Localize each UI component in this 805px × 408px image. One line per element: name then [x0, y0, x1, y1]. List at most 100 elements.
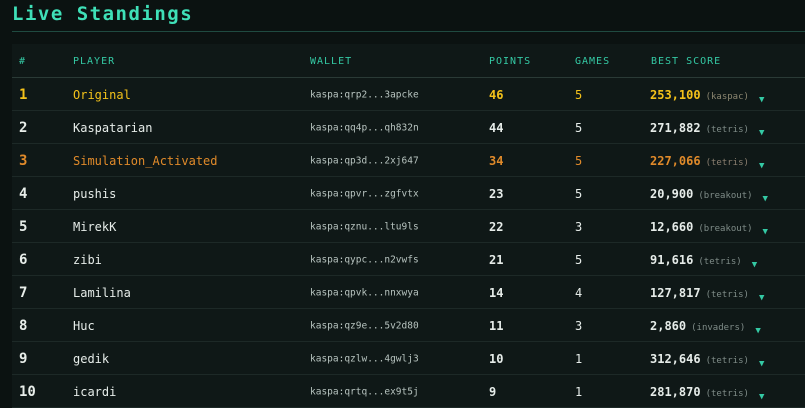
- best-score-cell: 91,616 (tetris) ▼: [650, 252, 757, 270]
- best-score-game: (tetris): [705, 355, 749, 366]
- games-cell: 5: [575, 153, 583, 168]
- table-row[interactable]: 3 Simulation_Activated kaspa:qp3d...2xj647…: [12, 144, 805, 177]
- table-row[interactable]: 1 Original kaspa:qrp2...3apcke 46 5 253,100 (k…: [12, 78, 805, 111]
- player-name: Simulation_Activated: [73, 153, 218, 168]
- chevron-down-icon[interactable]: ▼: [752, 260, 757, 270]
- chevron-down-icon[interactable]: ▼: [759, 128, 764, 138]
- chevron-down-icon[interactable]: ▼: [759, 161, 764, 171]
- best-score-game: (tetris): [698, 256, 742, 267]
- points-cell: 46: [489, 87, 504, 102]
- player-name: Original: [73, 87, 131, 102]
- standings-table: # PLAYER WALLET POINTS GAMES BEST SCORE …: [12, 44, 805, 408]
- games-cell: 1: [575, 384, 583, 399]
- chevron-down-icon[interactable]: ▼: [759, 359, 764, 369]
- best-score-value: 127,817: [650, 285, 701, 300]
- wallet-address: kaspa:qrp2...3apcke: [310, 89, 419, 100]
- best-score-cell: 20,900 (breakout) ▼: [650, 186, 768, 204]
- wallet-address: kaspa:qp3d...2xj647: [310, 155, 419, 166]
- chevron-down-icon[interactable]: ▼: [763, 194, 768, 204]
- page-title: Live Standings: [12, 3, 194, 25]
- games-cell: 1: [575, 351, 583, 366]
- chevron-down-icon[interactable]: ▼: [759, 95, 764, 105]
- header-games: GAMES: [575, 56, 611, 67]
- chevron-down-icon[interactable]: ▼: [755, 326, 760, 336]
- best-score-value: 227,066: [650, 153, 701, 168]
- rank-cell: 4: [19, 185, 28, 202]
- player-name: gedik: [73, 351, 110, 366]
- rank-cell: 8: [19, 317, 28, 334]
- best-score-game: (invaders): [691, 322, 746, 333]
- games-cell: 3: [575, 219, 583, 234]
- wallet-address: kaspa:qznu...ltu9ls: [310, 221, 419, 232]
- table-row[interactable]: 10 icardi kaspa:qrtq...ex9t5j 9 1 281,870 (tet…: [12, 375, 805, 408]
- player-name: icardi: [73, 384, 117, 399]
- best-score-value: 253,100: [650, 87, 701, 102]
- points-cell: 22: [489, 219, 504, 234]
- best-score-cell: 2,860 (invaders) ▼: [650, 318, 761, 336]
- best-score-game: (breakout): [698, 223, 753, 234]
- header-best-score: BEST SCORE: [651, 56, 722, 67]
- best-score-game: (kaspac): [705, 91, 749, 102]
- best-score-value: 91,616: [650, 252, 694, 267]
- wallet-address: kaspa:qz9e...5v2d80: [310, 320, 419, 331]
- rank-cell: 10: [19, 383, 36, 400]
- rank-cell: 3: [19, 152, 28, 169]
- games-cell: 4: [575, 285, 583, 300]
- best-score-game: (breakout): [698, 190, 753, 201]
- chevron-down-icon[interactable]: ▼: [759, 293, 764, 303]
- best-score-cell: 312,646 (tetris) ▼: [650, 351, 764, 369]
- player-name: pushis: [73, 186, 117, 201]
- rank-cell: 1: [19, 86, 28, 103]
- table-row[interactable]: 5 MirekK kaspa:qznu...ltu9ls 22 3 12,660 (brea…: [12, 210, 805, 243]
- table-row[interactable]: 4 pushis kaspa:qpvr...zgfvtx 23 5 20,900 (brea…: [12, 177, 805, 210]
- wallet-address: kaspa:qzlw...4gwlj3: [310, 353, 419, 364]
- games-cell: 5: [575, 186, 583, 201]
- table-row[interactable]: 2 Kaspatarian kaspa:qq4p...qh832n 44 5 271,88…: [12, 111, 805, 144]
- table-row[interactable]: 9 gedik kaspa:qzlw...4gwlj3 10 1 312,646 (tetr…: [12, 342, 805, 375]
- rank-cell: 6: [19, 251, 28, 268]
- header-rank: #: [19, 56, 27, 67]
- rank-cell: 2: [19, 119, 28, 136]
- wallet-address: kaspa:qpvr...zgfvtx: [310, 188, 419, 199]
- points-cell: 10: [489, 351, 504, 366]
- points-cell: 11: [489, 318, 504, 333]
- points-cell: 34: [489, 153, 504, 168]
- points-cell: 44: [489, 120, 504, 135]
- rank-cell: 7: [19, 284, 28, 301]
- games-cell: 5: [575, 252, 583, 267]
- player-name: Lamilina: [73, 285, 131, 300]
- best-score-cell: 227,066 (tetris) ▼: [650, 153, 764, 171]
- player-name: MirekK: [73, 219, 117, 234]
- best-score-value: 281,870: [650, 384, 701, 399]
- chevron-down-icon[interactable]: ▼: [759, 392, 764, 402]
- player-name: Kaspatarian: [73, 120, 153, 135]
- rank-cell: 9: [19, 350, 28, 367]
- best-score-value: 20,900: [650, 186, 694, 201]
- title-divider: [12, 31, 805, 32]
- best-score-value: 312,646: [650, 351, 701, 366]
- best-score-game: (tetris): [705, 388, 749, 399]
- games-cell: 5: [575, 120, 583, 135]
- points-cell: 21: [489, 252, 504, 267]
- best-score-value: 12,660: [650, 219, 694, 234]
- header-points: POINTS: [489, 56, 532, 67]
- best-score-value: 271,882: [650, 120, 701, 135]
- best-score-game: (tetris): [705, 124, 749, 135]
- best-score-cell: 281,870 (tetris) ▼: [650, 384, 764, 402]
- best-score-game: (tetris): [705, 157, 749, 168]
- best-score-value: 2,860: [650, 318, 687, 333]
- best-score-game: (tetris): [705, 289, 749, 300]
- table-row[interactable]: 8 Huc kaspa:qz9e...5v2d80 11 3 2,860 (invaders…: [12, 309, 805, 342]
- player-name: zibi: [73, 252, 102, 267]
- wallet-address: kaspa:qrtq...ex9t5j: [310, 386, 419, 397]
- games-cell: 5: [575, 87, 583, 102]
- points-cell: 23: [489, 186, 504, 201]
- chevron-down-icon[interactable]: ▼: [763, 227, 768, 237]
- header-player: PLAYER: [73, 56, 116, 67]
- table-row[interactable]: 6 zibi kaspa:qypc...n2vwfs 21 5 91,616 (tetris…: [12, 243, 805, 276]
- wallet-address: kaspa:qq4p...qh832n: [310, 122, 419, 133]
- header-wallet: WALLET: [310, 56, 353, 67]
- table-row[interactable]: 7 Lamilina kaspa:qpvk...nnxwya 14 4 127,817 (t…: [12, 276, 805, 309]
- wallet-address: kaspa:qpvk...nnxwya: [310, 287, 419, 298]
- player-name: Huc: [73, 318, 95, 333]
